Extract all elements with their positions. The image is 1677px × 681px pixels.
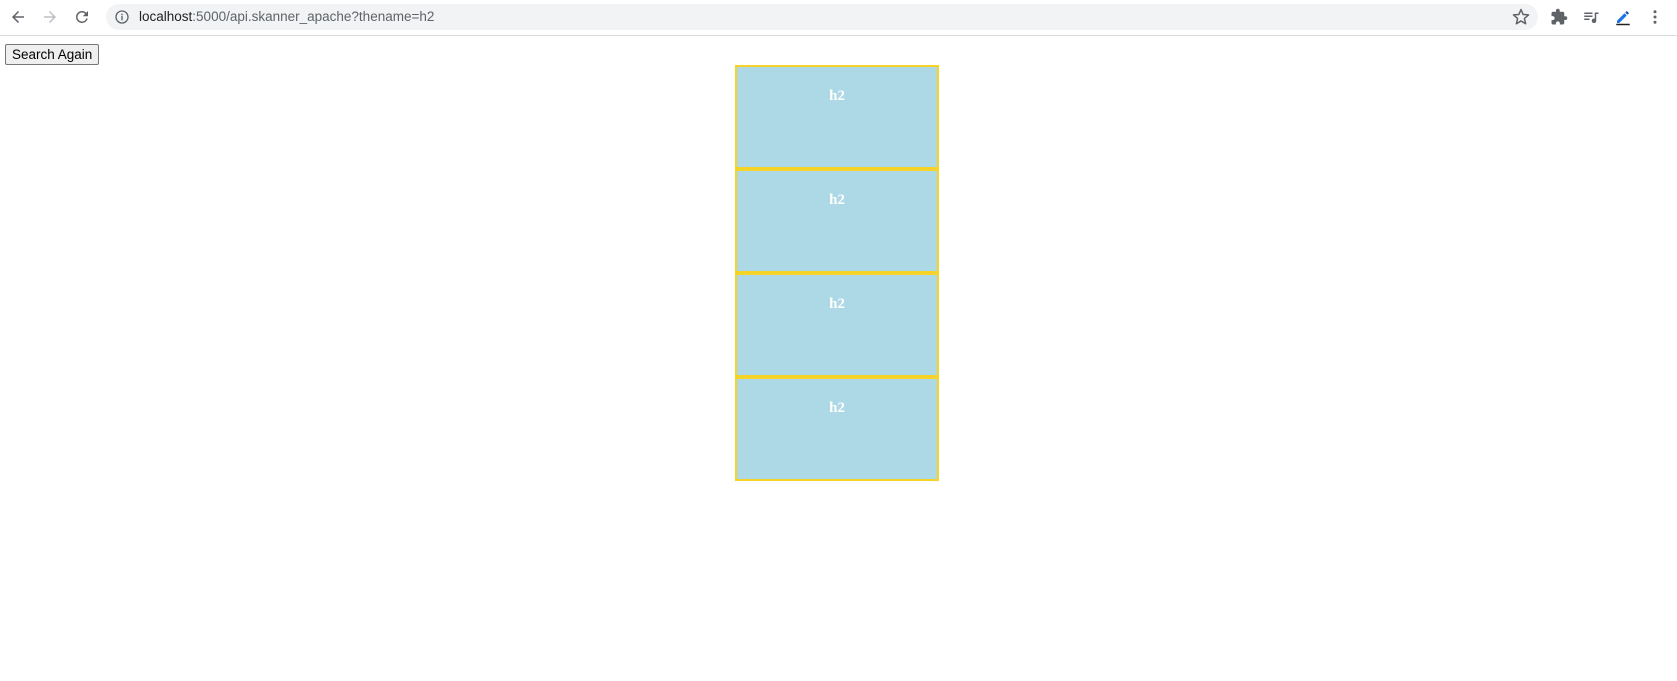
browser-toolbar: localhost:5000/api.skanner_apache?thenam…: [0, 0, 1677, 36]
arrow-left-icon: [12, 11, 24, 23]
url-host: localhost: [139, 9, 193, 24]
star-icon[interactable]: [1512, 8, 1530, 26]
media-queue-icon: [1584, 12, 1599, 24]
card-title: h2: [829, 400, 845, 416]
extensions-button[interactable]: [1548, 6, 1570, 28]
search-again-button[interactable]: Search Again: [5, 44, 100, 65]
result-card: h2: [735, 65, 939, 169]
media-control-button[interactable]: [1580, 6, 1602, 28]
back-button[interactable]: [5, 4, 31, 30]
info-icon[interactable]: [114, 9, 130, 25]
pen-extension-icon: [1616, 11, 1630, 26]
card-title: h2: [829, 296, 845, 312]
kebab-menu-icon: [1653, 10, 1657, 24]
reload-icon: [76, 10, 88, 23]
card-title: h2: [829, 192, 845, 208]
url-text[interactable]: localhost:5000/api.skanner_apache?thenam…: [139, 4, 434, 30]
result-card: h2: [735, 377, 939, 481]
chrome-menu-button[interactable]: [1644, 6, 1666, 28]
puzzle-icon: [1551, 8, 1568, 25]
reload-button[interactable]: [69, 4, 95, 30]
address-bar[interactable]: localhost:5000/api.skanner_apache?thenam…: [106, 4, 1538, 30]
forward-button[interactable]: [37, 4, 63, 30]
url-path: :5000/api.skanner_apache?thename=h2: [192, 9, 435, 24]
card-title: h2: [829, 88, 845, 104]
result-card: h2: [735, 169, 939, 273]
result-card: h2: [735, 273, 939, 377]
extension-button[interactable]: [1612, 6, 1634, 28]
arrow-right-icon: [44, 11, 56, 23]
result-cards: h2 h2 h2 h2: [735, 65, 939, 481]
